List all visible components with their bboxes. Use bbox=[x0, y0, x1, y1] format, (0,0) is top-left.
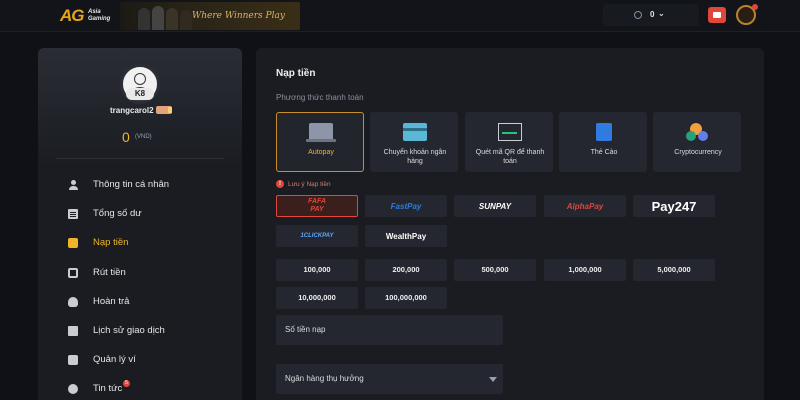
sidebar-item-label: Tổng số dư bbox=[93, 208, 142, 220]
amount-option[interactable]: 5,000,000 bbox=[633, 259, 715, 281]
beneficiary-bank-label: Ngân hàng thụ hưởng bbox=[285, 374, 364, 383]
level-badge: K8 bbox=[126, 88, 154, 100]
chevron-down-icon: ⌄ bbox=[658, 9, 665, 18]
deposit-note[interactable]: ! Lưu ý Nạp tiền bbox=[276, 180, 331, 188]
chevron-down-icon bbox=[489, 377, 497, 382]
method-bank-transfer[interactable]: Chuyển khoản ngân hàng bbox=[370, 112, 458, 172]
provider-sunpay[interactable]: SUNPAY bbox=[454, 195, 536, 217]
sidebar-item-label: Lịch sử giao dịch bbox=[93, 324, 165, 336]
method-label: Thẻ Cào bbox=[590, 149, 618, 156]
chat-icon bbox=[68, 384, 78, 395]
sidebar-item-news[interactable]: Tin tức 5 bbox=[66, 376, 236, 400]
sidebar-item-balance[interactable]: Tổng số dư bbox=[66, 201, 236, 230]
gift-icon[interactable] bbox=[708, 7, 726, 23]
amount-option[interactable]: 10,000,000 bbox=[276, 287, 358, 309]
refund-icon bbox=[68, 296, 78, 307]
amount-option[interactable]: 100,000,000 bbox=[365, 287, 447, 309]
provider-fafapay[interactable]: FAFA PAY bbox=[276, 195, 358, 217]
user-icon bbox=[68, 180, 78, 190]
sidebar-item-label: Nạp tiền bbox=[93, 237, 129, 249]
banner-tagline: Where Winners Play bbox=[192, 11, 285, 21]
sidebar-item-refund[interactable]: Hoàn trả bbox=[66, 289, 236, 318]
payment-methods-label: Phương thức thanh toán bbox=[276, 93, 364, 102]
coin-icon bbox=[634, 11, 642, 19]
method-label: Chuyển khoản ngân hàng bbox=[383, 149, 447, 165]
payment-methods: Autopay Chuyển khoản ngân hàng Quét mã Q… bbox=[276, 112, 742, 172]
logo-mark: AG bbox=[60, 6, 84, 25]
provider-label: AlphaPay bbox=[566, 201, 604, 211]
top-bar: AG Asia Gaming Where Winners Play 0 ⌄ bbox=[0, 0, 800, 32]
deposit-panel: Nạp tiền Phương thức thanh toán Autopay … bbox=[256, 48, 764, 400]
vip-tag-icon bbox=[156, 106, 172, 114]
wallet-balance: 0 bbox=[650, 10, 655, 19]
amount-option[interactable]: 500,000 bbox=[454, 259, 536, 281]
divider bbox=[56, 158, 224, 159]
method-label: Quét mã QR để thanh toán bbox=[475, 149, 545, 165]
sidebar-menu: Thông tin cá nhân Tổng số dư Nạp tiền Rú… bbox=[66, 172, 236, 400]
provider-pay247[interactable]: Pay247 bbox=[633, 195, 715, 217]
provider-alphapay[interactable]: AlphaPay bbox=[544, 195, 626, 217]
deposit-amount-field[interactable]: Số tiền nạp bbox=[276, 315, 503, 345]
amount-option[interactable]: 200,000 bbox=[365, 259, 447, 281]
sidebar-item-label: Rút tiền bbox=[93, 266, 126, 278]
sidebar-item-wallet[interactable]: Quản lý ví bbox=[66, 347, 236, 376]
method-crypto[interactable]: Cryptocurrency bbox=[653, 112, 741, 172]
withdraw-icon bbox=[68, 267, 78, 278]
sidebar-item-label: Tin tức bbox=[93, 383, 123, 395]
provider-1clickpay[interactable]: 1CLICKPAY bbox=[276, 225, 358, 247]
sidebar-item-label: Quản lý ví bbox=[93, 354, 136, 366]
phone-card-icon bbox=[596, 123, 612, 141]
method-qr[interactable]: Quét mã QR để thanh toán bbox=[465, 112, 553, 172]
deposit-amount-label: Số tiền nạp bbox=[285, 325, 326, 334]
banner-figures-image bbox=[134, 5, 194, 30]
notification-dot bbox=[752, 4, 758, 10]
account-sidebar: K8 trangcarol2 0 (VND) Thông tin cá nhân… bbox=[38, 48, 242, 400]
sidebar-item-withdraw[interactable]: Rút tiền bbox=[66, 260, 236, 289]
asia-gaming-logo[interactable]: AG Asia Gaming bbox=[60, 6, 120, 26]
method-autopay[interactable]: Autopay bbox=[276, 112, 364, 172]
amount-option[interactable]: 100,000 bbox=[276, 259, 358, 281]
sidebar-item-label: Hoàn trả bbox=[93, 295, 130, 307]
bank-card-icon bbox=[403, 123, 427, 141]
page-title: Nạp tiền bbox=[276, 68, 316, 79]
amount-option[interactable]: 1,000,000 bbox=[544, 259, 626, 281]
wallet-icon bbox=[68, 355, 78, 366]
sidebar-item-profile[interactable]: Thông tin cá nhân bbox=[66, 172, 236, 201]
method-scratch-card[interactable]: Thẻ Cào bbox=[559, 112, 647, 172]
promo-banner[interactable]: Where Winners Play bbox=[120, 2, 300, 30]
crypto-icon bbox=[686, 123, 710, 141]
balance-currency: (VND) bbox=[135, 134, 152, 140]
sidebar-item-deposit[interactable]: Nạp tiền bbox=[66, 230, 236, 259]
provider-label: 1CLICKPAY bbox=[300, 233, 334, 239]
deposit-note-text: Lưu ý Nạp tiền bbox=[288, 180, 331, 188]
provider-label: FastPay bbox=[390, 201, 422, 211]
method-label: Autopay bbox=[308, 149, 334, 156]
alert-icon: ! bbox=[276, 180, 284, 188]
provider-label: SUNPAY bbox=[478, 201, 512, 211]
sidebar-item-label: Thông tin cá nhân bbox=[93, 179, 170, 190]
profile-avatar[interactable] bbox=[736, 4, 758, 25]
provider-fastpay[interactable]: FastPay bbox=[365, 195, 447, 217]
deposit-icon bbox=[68, 238, 78, 249]
clipboard-icon bbox=[68, 209, 78, 220]
provider-label: FAFA PAY bbox=[308, 198, 326, 213]
method-label: Cryptocurrency bbox=[674, 149, 722, 156]
logo-name: Asia Gaming bbox=[88, 9, 111, 22]
history-icon bbox=[68, 325, 78, 336]
news-count-badge: 5 bbox=[123, 380, 130, 388]
sidebar-item-history[interactable]: Lịch sử giao dịch bbox=[66, 318, 236, 347]
provider-wealthpay[interactable]: WealthPay bbox=[365, 225, 447, 247]
account-balance: 0 bbox=[122, 129, 130, 145]
wallet-dropdown[interactable]: 0 ⌄ bbox=[603, 4, 699, 26]
username: trangcarol2 bbox=[110, 106, 154, 115]
laptop-icon bbox=[306, 123, 336, 142]
provider-label: Pay247 bbox=[651, 198, 697, 214]
provider-label: WealthPay bbox=[385, 231, 427, 241]
qr-scan-icon bbox=[498, 123, 522, 141]
beneficiary-bank-select[interactable]: Ngân hàng thụ hưởng bbox=[276, 364, 503, 394]
